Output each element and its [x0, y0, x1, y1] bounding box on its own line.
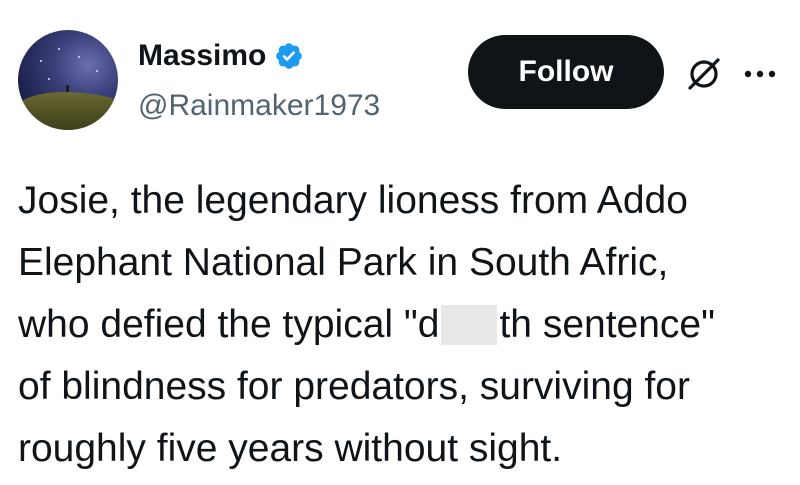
redaction-block	[441, 305, 498, 345]
author-handle[interactable]: @Rainmaker1973	[138, 88, 380, 124]
avatar-star	[40, 60, 42, 62]
tweet-text: Josie, the legendary lioness from Addo E…	[18, 170, 793, 480]
tweet-line: Elephant National Park in South Afric,	[18, 241, 669, 284]
tweet-line: of blindness for predators, surviving fo…	[18, 365, 690, 408]
tweet-line: Josie, the legendary lioness from Addo	[18, 179, 688, 222]
author-name-row: Massimo	[138, 38, 304, 74]
avatar-star	[96, 70, 98, 72]
follow-button[interactable]: Follow	[468, 35, 664, 109]
avatar[interactable]	[18, 30, 118, 130]
avatar-star	[48, 78, 50, 80]
tweet-line: roughly five years without sight.	[18, 427, 563, 470]
grok-icon[interactable]	[684, 54, 724, 94]
avatar-star	[58, 48, 60, 50]
avatar-hill	[18, 92, 118, 130]
tweet-line-segment: who defied the typical "d	[18, 303, 440, 346]
verified-badge-icon[interactable]	[274, 41, 304, 71]
tweet-line-segment: th sentence"	[499, 303, 715, 346]
avatar-star	[78, 56, 80, 58]
more-options-icon[interactable]	[740, 62, 780, 86]
avatar-figure	[66, 85, 69, 92]
author-display-name[interactable]: Massimo	[138, 38, 266, 74]
tweet-line: who defied the typical "d th sentence"	[18, 294, 793, 356]
